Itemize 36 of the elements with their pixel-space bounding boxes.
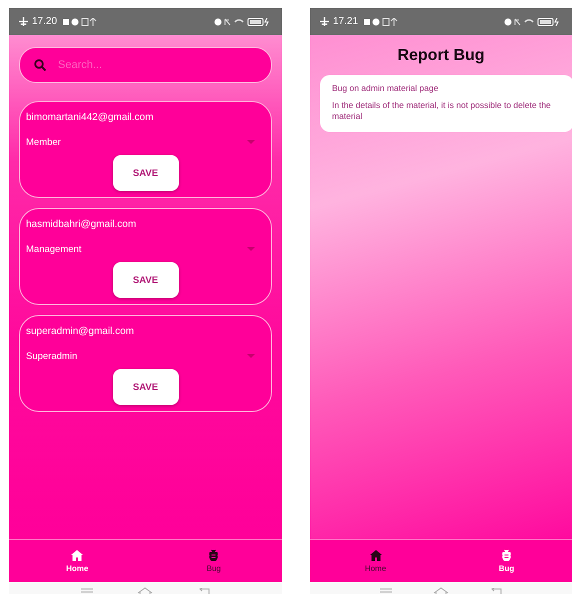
role-dropdown[interactable]: Superadmin [26,349,265,363]
status-time: 17.21 [333,16,358,27]
page-title: Report Bug [396,47,486,65]
bug-title: Bug on admin material page [332,83,440,94]
nav-tab[interactable]: Bug [146,540,282,582]
user-email: bimomartani442@gmail.com [26,112,154,123]
back-icon[interactable] [198,588,210,594]
back-icon[interactable] [490,588,502,594]
nav-tab[interactable]: Home [9,540,146,582]
bug-icon [501,549,512,561]
notification-icons [61,18,98,26]
save-button[interactable]: SAVE [112,155,178,191]
home-icon [71,550,84,560]
dropdown-caret-icon [247,354,255,358]
status-time: 17.20 [32,16,58,27]
notification-icons [362,18,398,26]
nav-tab[interactable]: Bug [441,540,572,582]
bug-description: In the details of the material, it is not possible to delete the material [332,100,552,122]
role-dropdown[interactable]: Member [26,135,265,149]
save-button[interactable]: SAVE [112,262,178,298]
search-input[interactable]: Search... [56,58,257,72]
role-dropdown[interactable]: Management [26,242,265,256]
dropdown-caret-icon [247,140,255,144]
search-field[interactable]: Search... [19,47,272,83]
dropdown-caret-icon [247,247,255,251]
save-button[interactable]: SAVE [112,369,178,405]
home-icon[interactable] [432,587,449,594]
user-email: superadmin@gmail.com [26,326,135,337]
nav-tab[interactable]: Home [310,540,441,582]
menu-icon[interactable] [380,588,392,594]
home-icon[interactable] [137,587,154,594]
bug-icon [208,549,220,561]
search-icon [34,59,46,71]
menu-icon[interactable] [81,588,94,594]
home-icon [370,550,382,560]
user-email: hasmidbahri@gmail.com [26,219,138,230]
